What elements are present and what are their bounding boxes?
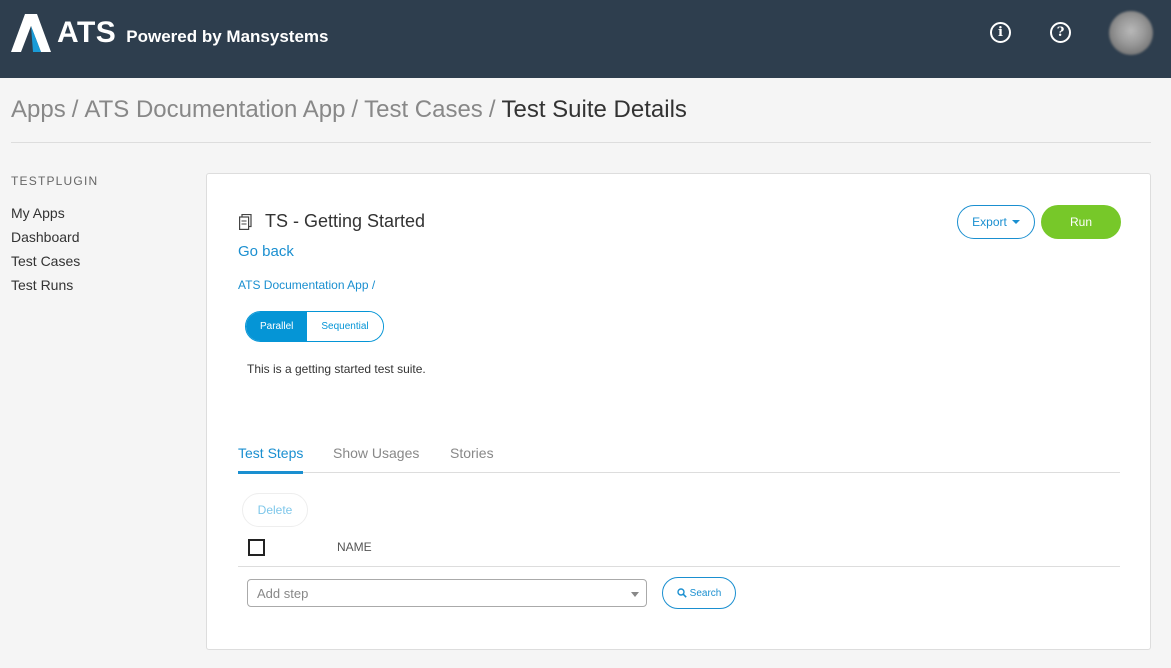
- app-link[interactable]: ATS Documentation App: [238, 278, 369, 292]
- sidebar: TESTPLUGIN My Apps Dashboard Test Cases …: [11, 174, 191, 297]
- mode-parallel-button[interactable]: Parallel: [246, 312, 308, 341]
- divider: [11, 142, 1151, 143]
- breadcrumb-app[interactable]: ATS Documentation App: [84, 96, 345, 124]
- breadcrumb-separator: /: [488, 96, 496, 123]
- app-link-separator: /: [371, 278, 376, 292]
- go-back-link[interactable]: Go back: [238, 243, 294, 260]
- table-divider: [238, 566, 1120, 567]
- search-button[interactable]: Search: [662, 577, 736, 609]
- app-breadcrumb: ATS Documentation App /: [238, 278, 375, 292]
- run-button[interactable]: Run: [1041, 205, 1121, 239]
- help-icon[interactable]: ?: [1050, 22, 1071, 43]
- search-icon: [676, 588, 687, 598]
- sidebar-section-title: TESTPLUGIN: [11, 174, 99, 188]
- breadcrumb-separator: /: [351, 96, 359, 123]
- search-label: Search: [689, 587, 722, 599]
- column-header-name: NAME: [337, 540, 372, 554]
- caret-down-icon: [1011, 220, 1020, 224]
- tab-stories[interactable]: Stories: [450, 445, 494, 461]
- execution-mode-toggle: Parallel Sequential: [245, 311, 384, 342]
- suite-description: This is a getting started test suite.: [247, 362, 426, 376]
- ats-logo-icon: [11, 14, 51, 52]
- page-title: Test Suite Details: [501, 96, 687, 123]
- avatar[interactable]: [1109, 11, 1153, 55]
- suite-title: TS - Getting Started: [239, 211, 425, 232]
- dropdown-arrow-icon: [631, 592, 639, 597]
- powered-by-text: Powered by Mansystems: [126, 27, 329, 46]
- suite-title-text: TS - Getting Started: [265, 211, 426, 231]
- select-all-checkbox[interactable]: [248, 539, 265, 556]
- logo-text: ATS: [57, 16, 117, 49]
- breadcrumb: Apps / ATS Documentation App / Test Case…: [11, 96, 687, 124]
- tab-bar: Test Steps Show Usages Stories: [238, 434, 1120, 474]
- tab-test-steps[interactable]: Test Steps: [238, 445, 303, 461]
- breadcrumb-separator: /: [71, 96, 79, 123]
- export-label: Export: [972, 215, 1007, 229]
- top-bar: ATS Powered by Mansystems i ?: [0, 0, 1171, 78]
- add-step-placeholder: Add step: [257, 586, 309, 601]
- breadcrumb-test-cases[interactable]: Test Cases: [364, 96, 483, 124]
- suite-details-card: TS - Getting Started Go back ATS Documen…: [206, 173, 1151, 650]
- tab-show-usages[interactable]: Show Usages: [333, 445, 419, 461]
- active-tab-indicator: [238, 471, 303, 474]
- ats-logo[interactable]: ATS Powered by Mansystems: [11, 14, 328, 52]
- export-button[interactable]: Export: [957, 205, 1035, 239]
- sidebar-item-dashboard[interactable]: Dashboard: [11, 225, 191, 249]
- info-icon[interactable]: i: [990, 22, 1011, 43]
- sidebar-item-test-cases[interactable]: Test Cases: [11, 249, 191, 273]
- breadcrumb-apps[interactable]: Apps: [11, 96, 66, 124]
- add-step-select[interactable]: Add step: [247, 579, 647, 607]
- sidebar-item-test-runs[interactable]: Test Runs: [11, 273, 191, 297]
- delete-button[interactable]: Delete: [242, 493, 308, 527]
- document-icon: [239, 213, 252, 230]
- sidebar-item-my-apps[interactable]: My Apps: [11, 201, 191, 225]
- mode-sequential-button[interactable]: Sequential: [307, 312, 383, 341]
